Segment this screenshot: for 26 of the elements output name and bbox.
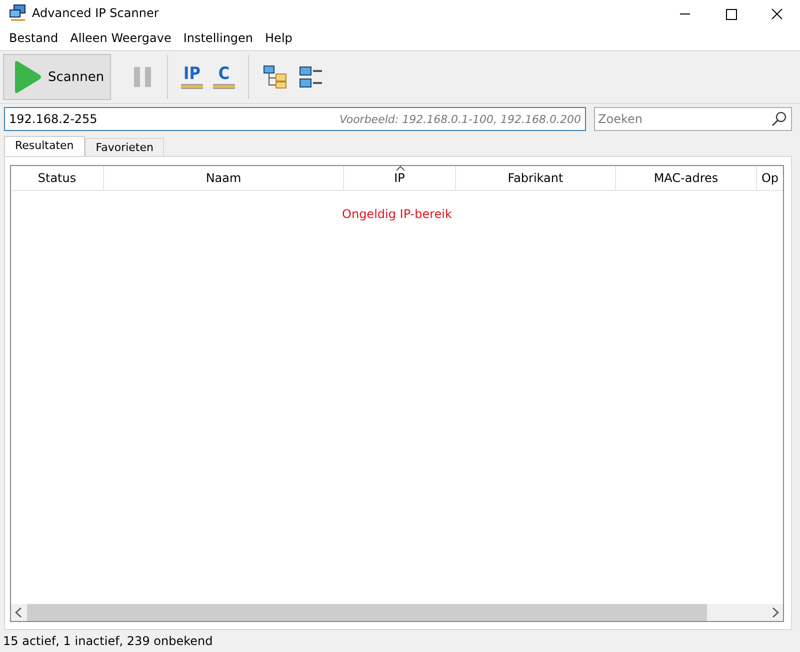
ip-range-field[interactable]: 192.168.2-255 Voorbeeld: 192.168.0.1-100, 192.168.0.200 [4,107,586,131]
scrollbar-thumb[interactable] [27,604,707,621]
list-view-icon[interactable] [299,65,323,89]
tab[interactable]: Favorieten [84,138,164,156]
column-header[interactable]: Status [11,166,104,190]
column-header[interactable]: Naam [104,166,344,190]
column-header[interactable]: MAC-adres [616,166,757,190]
error-message: Ongeldig IP-bereik [342,207,452,223]
app-icon [9,4,27,22]
window-title: Advanced IP Scanner [32,6,159,20]
status-text: 15 actief, 1 inactief, 239 onbekend [3,634,213,648]
column-header[interactable]: IP [344,166,456,190]
search-field[interactable]: Zoeken [594,107,792,131]
menu-item[interactable]: Alleen Weergave [64,31,178,45]
play-icon [12,60,42,94]
menu-item[interactable]: Help [259,31,298,45]
tab[interactable]: Resultaten [4,136,85,156]
column-header[interactable]: Op [757,166,783,190]
menu-item[interactable]: Bestand [3,31,64,45]
menu-item[interactable]: Instellingen [177,31,260,45]
tree-view-icon[interactable] [263,65,287,89]
scan-button[interactable]: Scannen [3,54,111,100]
toolbar-button[interactable]: IP [180,65,204,89]
column-header[interactable]: Fabrikant [456,166,616,190]
toolbar-button[interactable]: C [212,65,236,89]
search-icon[interactable] [771,111,787,127]
